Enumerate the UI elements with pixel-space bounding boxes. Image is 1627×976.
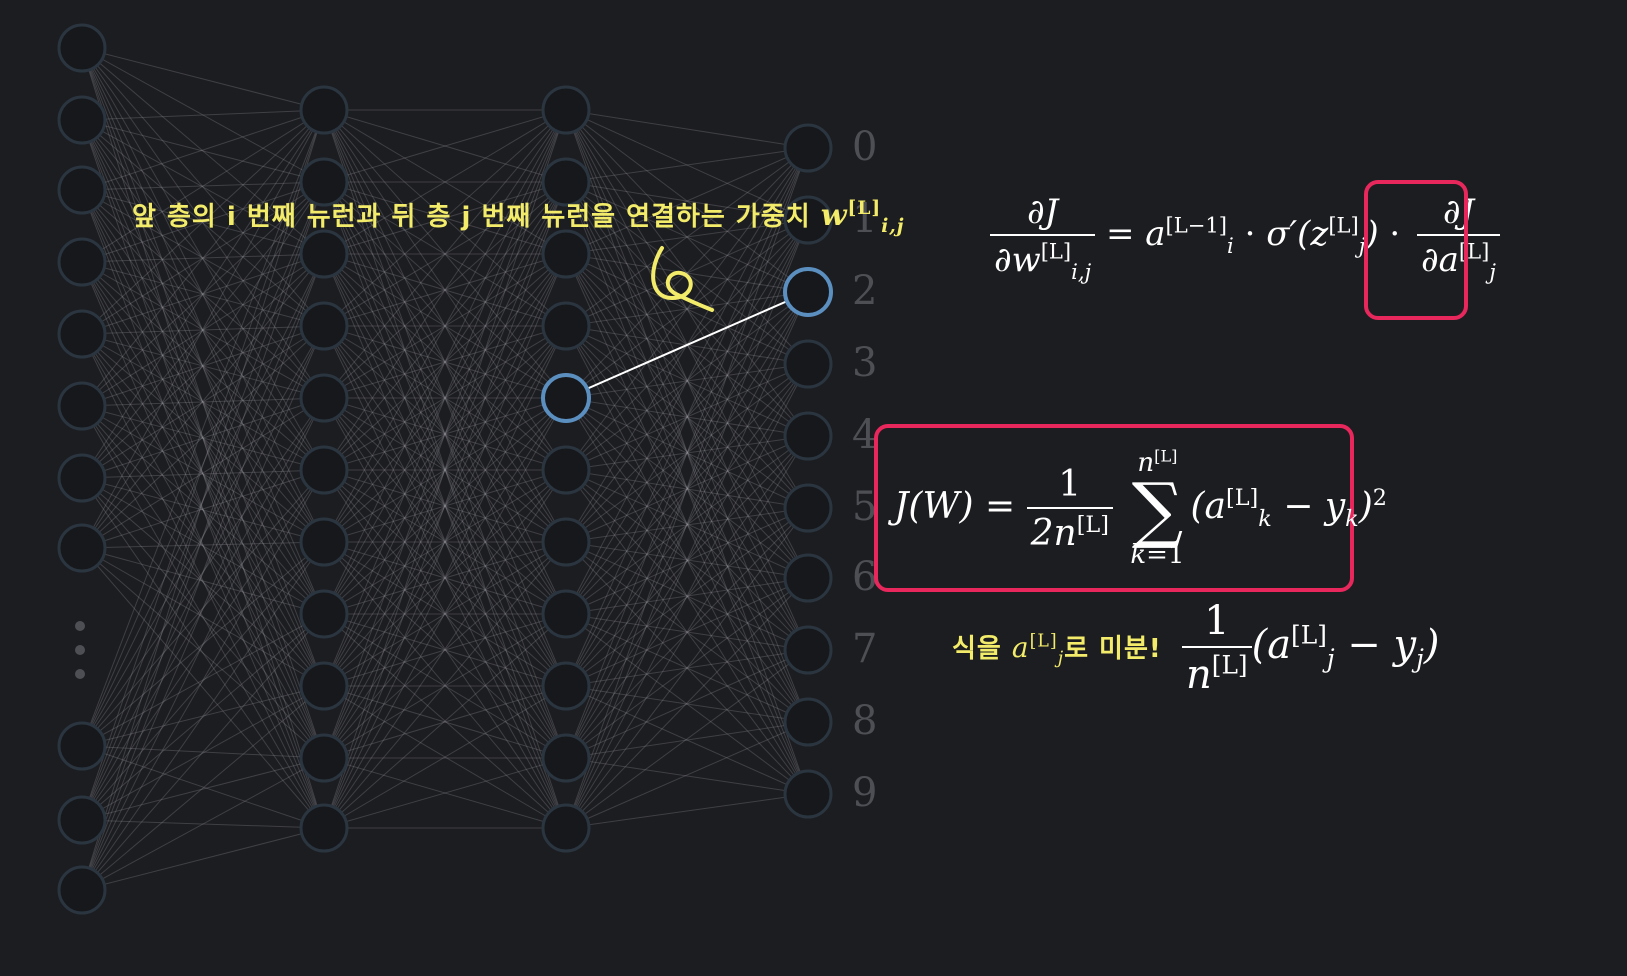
connection-edge xyxy=(81,613,325,891)
connection-edge xyxy=(81,325,325,891)
neuron xyxy=(299,373,349,423)
neuron xyxy=(57,795,107,845)
neuron xyxy=(783,483,833,533)
connection-edge xyxy=(81,109,325,549)
connection-edge xyxy=(565,109,809,149)
weight-annotation: 앞 층의 i 번째 뉴런과 뒤 층 j 번째 뉴런을 연결하는 가중치 w[L]… xyxy=(132,196,905,237)
neuron xyxy=(299,661,349,711)
neuron xyxy=(57,381,107,431)
neuron xyxy=(541,85,591,135)
neuron xyxy=(541,445,591,495)
neuron xyxy=(783,625,833,675)
neuron xyxy=(299,301,349,351)
connection-edge xyxy=(81,547,325,615)
neuron xyxy=(783,697,833,747)
connection-edge xyxy=(565,507,809,759)
derivative-hint: 식을 a[L]j로 미분! xyxy=(952,631,1162,669)
neuron xyxy=(57,165,107,215)
connection-edge xyxy=(565,757,809,795)
neuron xyxy=(541,803,591,853)
neuron xyxy=(541,229,591,279)
ellipsis-dots xyxy=(75,621,85,679)
neuron xyxy=(783,339,833,389)
connection-edge xyxy=(565,363,809,829)
neuron xyxy=(541,733,591,783)
neuron xyxy=(57,95,107,145)
output-digit-label: 8 xyxy=(852,698,878,744)
ellipsis-dot xyxy=(75,669,85,679)
neuron xyxy=(783,769,833,819)
neuron xyxy=(57,23,107,73)
neuron xyxy=(57,309,107,359)
neuron xyxy=(541,517,591,567)
ellipsis-dot xyxy=(75,645,85,655)
connection-edge xyxy=(565,147,809,183)
ellipsis-dot xyxy=(75,621,85,631)
output-digit-label: 0 xyxy=(852,124,878,170)
neuron xyxy=(299,589,349,639)
annotation-arrow-icon xyxy=(651,246,714,312)
connection-edge xyxy=(81,397,325,549)
neuron xyxy=(541,661,591,711)
connection-edge xyxy=(565,435,809,829)
lhs-fraction: ∂J ∂w[L]i,j xyxy=(990,192,1096,282)
neuron xyxy=(541,301,591,351)
neuron xyxy=(783,123,833,173)
connection-edge xyxy=(565,793,809,829)
connection-edge xyxy=(81,119,325,255)
connection-edge xyxy=(565,291,809,829)
neuron xyxy=(541,589,591,639)
weight-annotation-text: 앞 층의 i 번째 뉴런과 뒤 층 j 번째 뉴런을 연결하는 가중치 xyxy=(132,202,811,232)
connection-edge xyxy=(81,547,325,687)
neuron xyxy=(57,721,107,771)
output-digit-label: 7 xyxy=(852,626,878,672)
neuron xyxy=(783,553,833,603)
neuron xyxy=(299,445,349,495)
output-digit-label: 3 xyxy=(852,340,878,386)
neuron xyxy=(57,453,107,503)
neuron xyxy=(783,411,833,461)
connection-edge xyxy=(81,541,325,549)
weight-symbol: w[L]i,j xyxy=(820,198,905,237)
derivative-result: 1 n[L] (a[L]j − yj) xyxy=(1182,598,1439,698)
connection-edge xyxy=(565,507,809,829)
selected-neuron xyxy=(541,373,591,423)
neuron xyxy=(299,803,349,853)
neuron xyxy=(299,517,349,567)
neuron xyxy=(57,865,107,915)
neuron xyxy=(57,237,107,287)
neuron xyxy=(57,523,107,573)
selected-neuron xyxy=(783,267,833,317)
neuron xyxy=(299,85,349,135)
output-digit-label: 9 xyxy=(852,770,878,816)
neuron xyxy=(299,229,349,279)
output-digit-label: 2 xyxy=(852,268,878,314)
cost-function-formula: J(W) = 1 2n[L] n[L] ∑ k=1 (a[L]k − yk)2 xyxy=(894,446,1387,570)
connection-edges xyxy=(81,47,809,891)
highlight-box-partial xyxy=(1364,180,1468,320)
neuron xyxy=(299,733,349,783)
